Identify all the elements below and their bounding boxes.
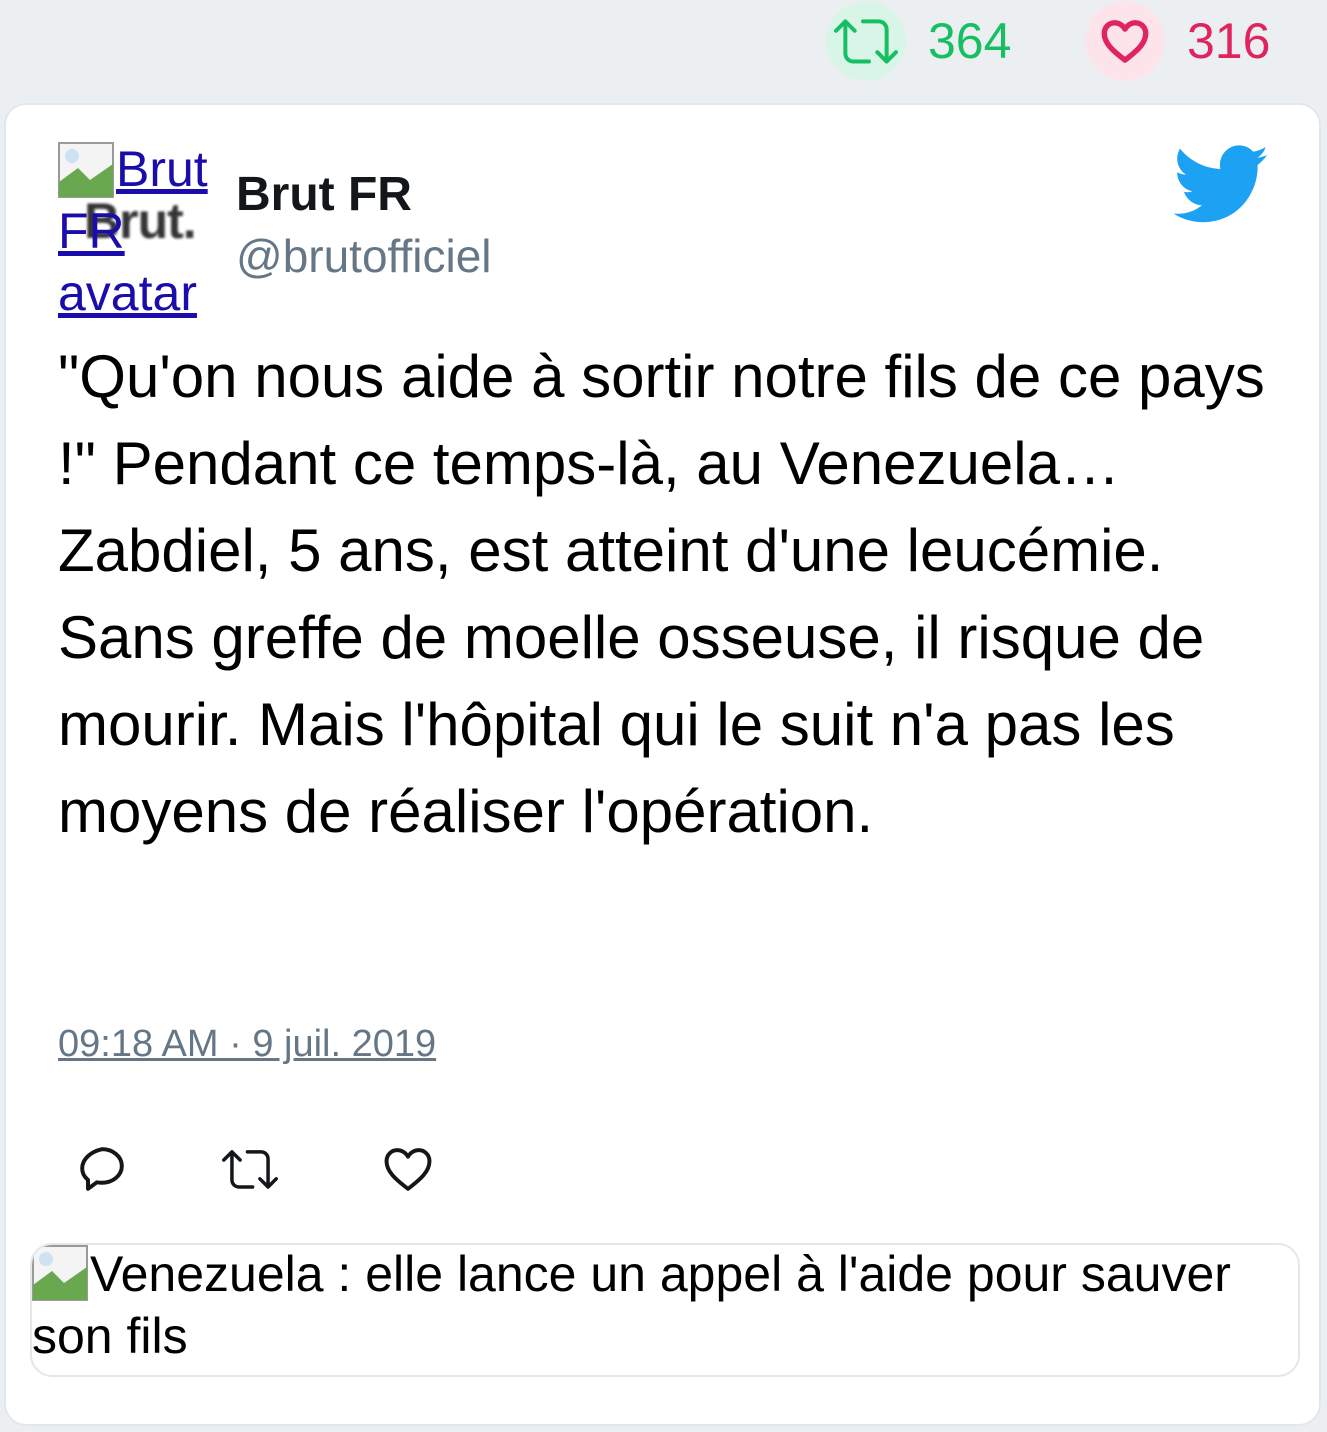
author-handle[interactable]: @brutofficiel: [236, 229, 492, 283]
tweet-timestamp[interactable]: 09:18 AM · 9 juil. 2019: [58, 1023, 436, 1066]
like-count: 316: [1187, 13, 1271, 69]
link-preview-card[interactable]: Venezuela : elle lance un appel à l'aide…: [30, 1243, 1300, 1377]
author-name[interactable]: Brut FR: [236, 167, 412, 222]
preview-alt-text: Venezuela : elle lance un appel à l'aide…: [32, 1246, 1231, 1364]
retweet-icon[interactable]: [222, 1141, 278, 1197]
heart-icon: [1085, 1, 1165, 81]
avatar[interactable]: Brut. Brut FR avatar: [58, 138, 220, 328]
heart-icon[interactable]: [380, 1141, 436, 1197]
like-count-stat[interactable]: 316: [1085, 0, 1270, 82]
tweet-text: "Qu'on nous aide à sortir notre fils de …: [58, 343, 1265, 845]
retweet-icon: [826, 1, 906, 81]
twitter-bird-icon[interactable]: [1174, 145, 1270, 225]
tweet-card: Brut. Brut FR avatar Brut FR @brutoffici…: [4, 103, 1321, 1426]
avatar-alt-text[interactable]: Brut FR avatar: [58, 138, 220, 324]
retweet-count: 364: [928, 13, 1012, 69]
retweet-count-stat[interactable]: 364: [826, 0, 1011, 82]
reply-icon[interactable]: [74, 1141, 130, 1197]
